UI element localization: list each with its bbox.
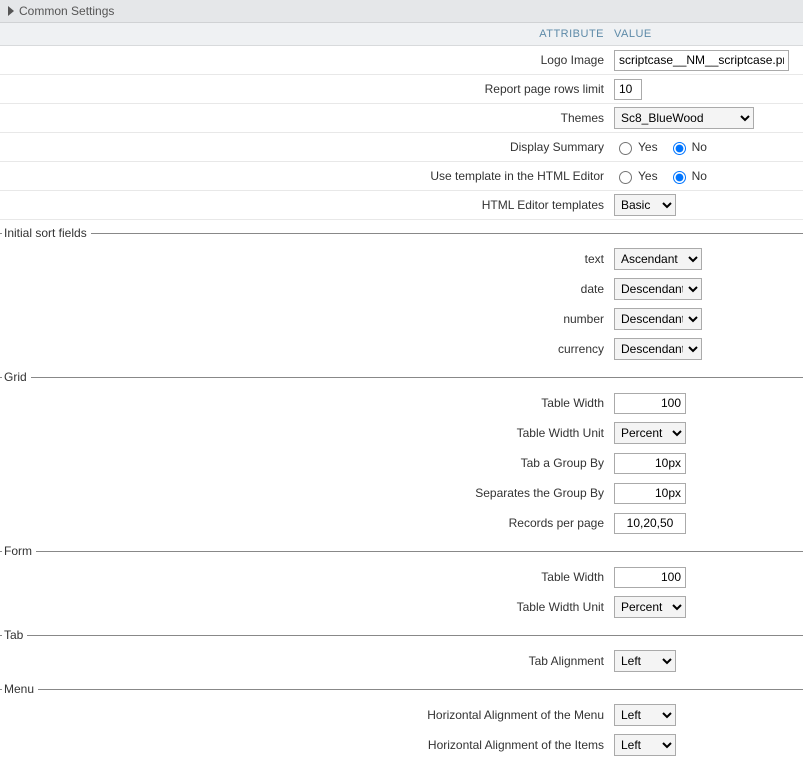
rows-input[interactable] [614, 79, 642, 100]
tab-align-select[interactable]: Left [614, 650, 676, 672]
sort-number-label: number [0, 312, 610, 326]
grid-sep-label: Separates the Group By [0, 486, 610, 500]
html-tpl-label: HTML Editor templates [0, 198, 610, 212]
row-themes: Themes Sc8_BlueWood [0, 104, 803, 133]
collapse-icon [8, 6, 14, 16]
section-header[interactable]: Common Settings [0, 0, 803, 23]
grid-tab-input[interactable] [614, 453, 686, 474]
menu-hmenu-select[interactable]: Left [614, 704, 676, 726]
menu-legend: Menu [2, 682, 38, 696]
grid-tw-input[interactable] [614, 393, 686, 414]
menu-hitems-select[interactable]: Left [614, 734, 676, 756]
fieldset-menu: Menu Horizontal Alignment of the Menu Le… [0, 682, 803, 760]
form-twu-label: Table Width Unit [0, 600, 610, 614]
row-html-templates: HTML Editor templates Basic [0, 191, 803, 220]
grid-twu-select[interactable]: Percent [614, 422, 686, 444]
summary-no-option[interactable]: No [668, 139, 707, 155]
summary-no-radio[interactable] [673, 142, 686, 155]
section-title: Common Settings [19, 4, 114, 18]
column-header: ATTRIBUTE VALUE [0, 23, 803, 46]
menu-hitems-label: Horizontal Alignment of the Items [0, 738, 610, 752]
template-no-option[interactable]: No [668, 168, 707, 184]
grid-rpp-label: Records per page [0, 516, 610, 530]
summary-yes-option[interactable]: Yes [614, 139, 658, 155]
summary-yes-radio[interactable] [619, 142, 632, 155]
menu-hmenu-label: Horizontal Alignment of the Menu [0, 708, 610, 722]
sort-text-select[interactable]: Ascendant [614, 248, 702, 270]
tab-align-label: Tab Alignment [0, 654, 610, 668]
grid-sep-input[interactable] [614, 483, 686, 504]
sort-legend: Initial sort fields [2, 226, 91, 240]
fieldset-sort: Initial sort fields text Ascendant date … [0, 226, 803, 364]
logo-input[interactable] [614, 50, 789, 71]
grid-twu-label: Table Width Unit [0, 426, 610, 440]
form-tw-label: Table Width [0, 570, 610, 584]
html-tpl-select[interactable]: Basic [614, 194, 676, 216]
tab-legend: Tab [2, 628, 27, 642]
themes-label: Themes [0, 111, 610, 125]
fieldset-tab: Tab Tab Alignment Left [0, 628, 803, 676]
form-tw-input[interactable] [614, 567, 686, 588]
template-yes-option[interactable]: Yes [614, 168, 658, 184]
sort-text-label: text [0, 252, 610, 266]
grid-legend: Grid [2, 370, 31, 384]
grid-rpp-input[interactable] [614, 513, 686, 534]
summary-label: Display Summary [0, 140, 610, 154]
themes-select[interactable]: Sc8_BlueWood [614, 107, 754, 129]
sort-currency-select[interactable]: Descendant [614, 338, 702, 360]
row-display-summary: Display Summary Yes No [0, 133, 803, 162]
col-value: VALUE [610, 23, 652, 45]
form-twu-select[interactable]: Percent [614, 596, 686, 618]
fieldset-form: Form Table Width Table Width Unit Percen… [0, 544, 803, 622]
template-no-radio[interactable] [673, 171, 686, 184]
sort-number-select[interactable]: Descendant [614, 308, 702, 330]
row-rows-limit: Report page rows limit [0, 75, 803, 104]
grid-tw-label: Table Width [0, 396, 610, 410]
row-use-template: Use template in the HTML Editor Yes No [0, 162, 803, 191]
sort-date-label: date [0, 282, 610, 296]
fieldset-grid: Grid Table Width Table Width Unit Percen… [0, 370, 803, 538]
sort-currency-label: currency [0, 342, 610, 356]
col-attribute: ATTRIBUTE [0, 23, 610, 45]
template-label: Use template in the HTML Editor [0, 169, 610, 183]
template-yes-radio[interactable] [619, 171, 632, 184]
grid-tab-label: Tab a Group By [0, 456, 610, 470]
rows-label: Report page rows limit [0, 82, 610, 96]
form-legend: Form [2, 544, 36, 558]
logo-label: Logo Image [0, 53, 610, 67]
row-logo: Logo Image [0, 46, 803, 75]
sort-date-select[interactable]: Descendant [614, 278, 702, 300]
